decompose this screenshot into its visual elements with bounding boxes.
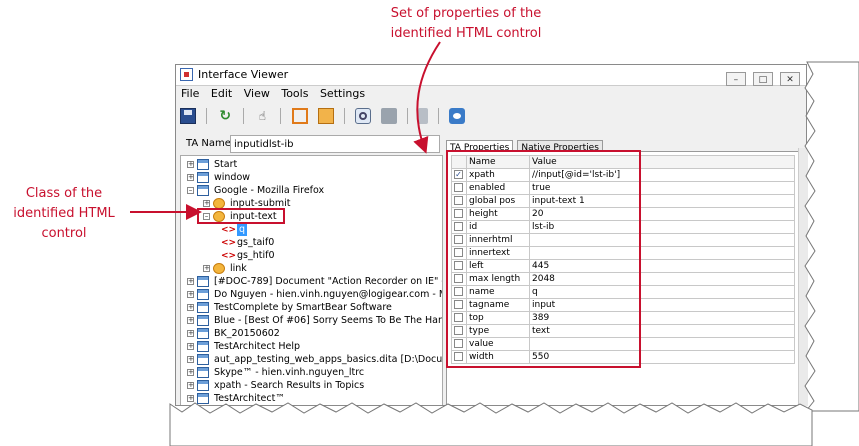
toolbar-separator (243, 107, 245, 124)
tree-item-label: gs_htif0 (237, 250, 275, 261)
tree-item-label: xpath - Search Results in Topics (214, 380, 365, 391)
tree-item-label: Skype™ - hien.vinh.nguyen_ltrc (214, 367, 365, 378)
toolbar-separator (206, 107, 208, 124)
save-icon[interactable] (180, 107, 196, 124)
control-tree[interactable]: + Start + window – Google - Mozilla Fire… (180, 155, 443, 405)
annotation-line: Set of properties of the (390, 6, 542, 21)
pointer-icon[interactable]: ☝ (254, 108, 270, 124)
annotation-line: identified HTML control (390, 26, 542, 41)
annotation-class: Class of the identified HTML control (0, 184, 128, 244)
window-icon (197, 367, 209, 378)
menu-bar: File Edit View Tools Settings (176, 87, 368, 103)
frame-icon[interactable] (317, 107, 334, 124)
tree-item-label: Google - Mozilla Firefox (214, 185, 325, 196)
tree-item-label: window (214, 172, 251, 183)
expand-icon[interactable]: + (187, 161, 194, 168)
toolbar-separator (280, 107, 282, 124)
menu-file[interactable]: File (178, 87, 202, 100)
tag-icon: <> (221, 225, 237, 235)
tree-item-label: BK_20150602 (214, 328, 280, 339)
window-icon (197, 341, 209, 352)
window-icon (197, 315, 209, 326)
vertical-scrollbar[interactable] (798, 148, 808, 406)
property-tabs: TA Properties Native Properties (446, 135, 603, 157)
gray2-icon[interactable] (418, 107, 429, 124)
window-icon (197, 380, 209, 391)
tag-icon: <> (221, 251, 237, 261)
window-icon (197, 172, 209, 183)
tree-item-label: TestArchitect™ (214, 393, 285, 404)
tree-item-label: [#DOC-789] Document "Action Recorder on … (214, 276, 442, 287)
close-button[interactable]: ✕ (780, 72, 800, 86)
expand-icon[interactable]: + (187, 395, 194, 402)
expand-icon[interactable]: + (187, 304, 194, 311)
window-icon (197, 185, 209, 196)
tree-item-label: TestComplete by SmartBear Software (214, 302, 392, 313)
window-icon (197, 393, 209, 404)
tree-item-label: gs_taif0 (237, 237, 275, 248)
ta-name-input[interactable] (230, 135, 440, 153)
window-icon (197, 354, 209, 365)
collapse-icon[interactable]: – (187, 187, 194, 194)
refresh-icon[interactable]: ↻ (217, 108, 233, 124)
class-highlight-box (197, 208, 285, 224)
tag-icon: <> (221, 238, 237, 248)
expand-icon[interactable]: + (187, 369, 194, 376)
menu-settings[interactable]: Settings (317, 87, 368, 100)
toolbar-separator (438, 107, 440, 124)
annotation-properties: Set of properties of the identified HTML… (356, 4, 576, 44)
expand-icon[interactable]: + (187, 356, 194, 363)
window-title: Interface Viewer (198, 68, 289, 81)
menu-view[interactable]: View (241, 87, 273, 100)
torn-bottom-edge (169, 402, 813, 446)
expand-icon[interactable]: + (187, 291, 194, 298)
expand-icon[interactable]: + (187, 174, 194, 181)
app-icon (180, 68, 193, 81)
spiral-icon[interactable] (354, 107, 371, 124)
tree-item-label: aut_app_testing_web_apps_basics.dita [D:… (214, 354, 443, 365)
window-icon (197, 159, 209, 170)
tree-item-label-selected: q (237, 224, 248, 236)
expand-icon[interactable]: + (187, 382, 194, 389)
expand-icon[interactable]: + (203, 200, 210, 207)
toolbar-separator (343, 107, 345, 124)
window-icon (197, 328, 209, 339)
rect-select-icon[interactable] (291, 107, 308, 124)
expand-icon[interactable]: + (187, 343, 194, 350)
expand-icon[interactable]: + (187, 278, 194, 285)
toolbar: ↻ ☝ (180, 105, 470, 125)
properties-highlight-box (446, 150, 641, 368)
annotation-line: control (41, 226, 87, 241)
eye-icon[interactable] (449, 107, 466, 124)
expand-icon[interactable]: + (203, 265, 210, 272)
gray-icon[interactable] (380, 107, 397, 124)
gear-icon (213, 263, 225, 274)
tree-item-label: Do Nguyen - hien.vinh.nguyen@logigear.co… (214, 289, 442, 300)
menu-tools[interactable]: Tools (278, 87, 311, 100)
tree-item-label: TestArchitect Help (214, 341, 300, 352)
annotation-line: identified HTML (13, 206, 115, 221)
toolbar-separator (407, 107, 409, 124)
tree-item-label: Start (214, 159, 238, 170)
minimize-button[interactable]: – (725, 72, 746, 86)
window-controls: – □ ✕ (724, 67, 800, 86)
torn-right-edge (804, 61, 859, 412)
expand-icon[interactable]: + (187, 317, 194, 324)
annotation-line: Class of the (25, 186, 103, 201)
window-icon (197, 302, 209, 313)
expand-icon[interactable]: + (187, 330, 194, 337)
window-icon (197, 276, 209, 287)
ta-name-label: TA Name: (186, 138, 235, 149)
tree-item-label: Blue - [Best Of #06] Sorry Seems To Be T… (214, 315, 442, 326)
title-bar: Interface Viewer – □ ✕ (176, 65, 806, 86)
menu-edit[interactable]: Edit (208, 87, 235, 100)
maximize-button[interactable]: □ (752, 72, 773, 86)
tree-item-label: link (230, 263, 247, 274)
window-icon (197, 289, 209, 300)
